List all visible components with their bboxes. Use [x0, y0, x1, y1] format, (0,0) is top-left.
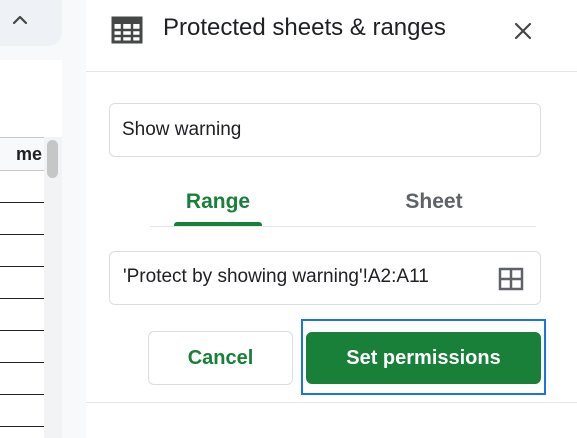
range-value: 'Protect by showing warning'!A2:A11: [123, 266, 429, 287]
close-icon: [514, 22, 532, 40]
column-header[interactable]: me: [0, 138, 44, 171]
select-range-icon[interactable]: [498, 267, 524, 291]
sheet-grid: me: [0, 137, 44, 438]
grid-row[interactable]: [0, 203, 44, 235]
vertical-scrollbar[interactable]: [44, 137, 62, 438]
panel-gutter: [62, 0, 86, 438]
grid-row[interactable]: [0, 171, 44, 203]
panel-title: Protected sheets & ranges: [163, 14, 446, 41]
description-input[interactable]: [109, 103, 541, 157]
grid-row[interactable]: [0, 331, 44, 363]
close-button[interactable]: [511, 19, 535, 43]
tab-range[interactable]: Range: [174, 180, 262, 224]
tab-sheet[interactable]: Sheet: [390, 180, 478, 224]
grid-row[interactable]: [0, 395, 44, 427]
collapse-toolbar-button[interactable]: [0, 0, 62, 46]
range-sheet-tabs: Range Sheet: [150, 180, 536, 228]
grid-row[interactable]: [0, 363, 44, 395]
grid-row[interactable]: [0, 299, 44, 331]
grid-row[interactable]: [0, 235, 44, 267]
panel-header: Protected sheets & ranges: [86, 0, 577, 72]
cancel-button[interactable]: Cancel: [148, 331, 293, 385]
tabs-divider: [150, 226, 536, 227]
set-permissions-button[interactable]: Set permissions: [306, 332, 541, 384]
spreadsheet-area: me: [0, 0, 86, 438]
protected-ranges-panel: Protected sheets & ranges Range Sheet 'P…: [86, 0, 577, 438]
table-grid-icon: [111, 16, 143, 44]
footer-divider: [86, 402, 577, 403]
scrollbar-thumb[interactable]: [47, 140, 58, 178]
app-window: me Protected sheets & ranges Show warnin…: [0, 0, 577, 438]
chevron-up-icon: [12, 15, 28, 25]
range-input[interactable]: 'Protect by showing warning'!A2:A11: [109, 251, 541, 305]
grid-row[interactable]: [0, 267, 44, 299]
formula-bar: [0, 60, 62, 138]
